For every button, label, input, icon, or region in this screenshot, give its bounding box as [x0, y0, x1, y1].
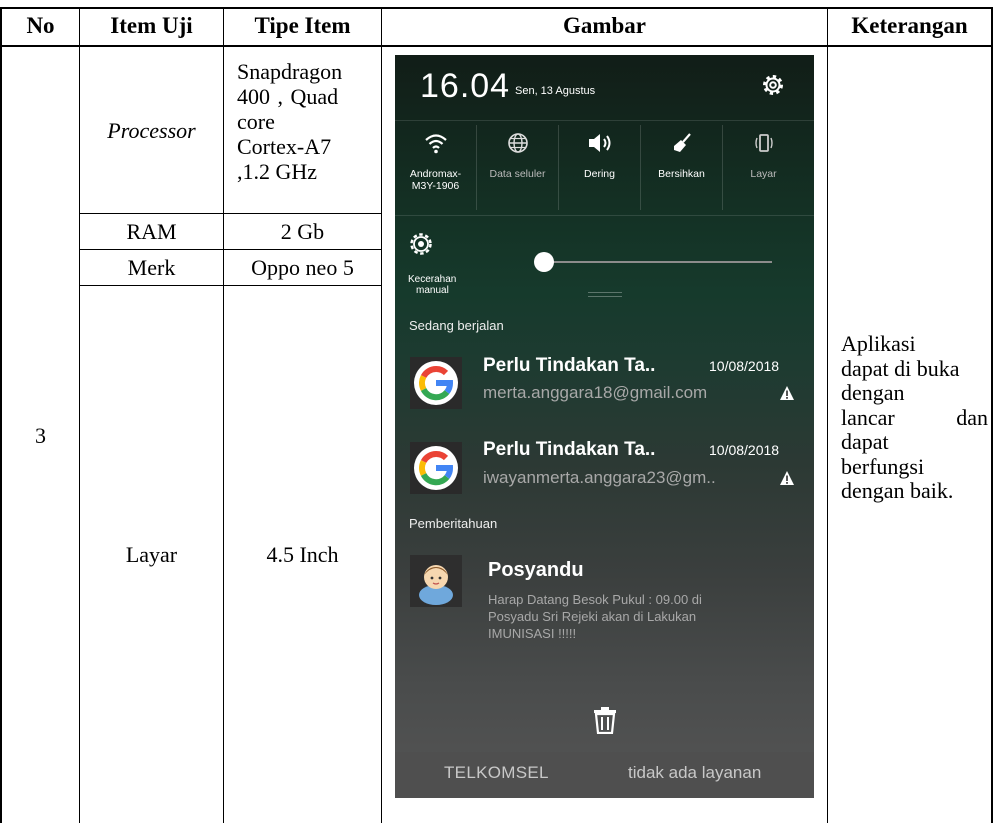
date: Sen, 13 Agustus [515, 85, 596, 97]
row-number: 3 [35, 422, 46, 448]
service-status: tidak ada layanan [628, 763, 762, 782]
quick-tile-clean[interactable]: Bersihkan [641, 120, 722, 215]
brightness-slider-track[interactable] [545, 261, 772, 263]
quick-tile-sound[interactable]: Dering [559, 120, 640, 215]
quick-tile-label: Layar [750, 168, 777, 180]
google-icon-bg [414, 361, 458, 405]
notification-time: 10/08/2018 [709, 442, 780, 458]
note-line: berfungsi [841, 453, 925, 479]
speaker-icon [559, 132, 640, 154]
section-notifications: Pemberitahuan [409, 516, 498, 531]
item-layar: Layar [125, 542, 178, 567]
note-line-justified: lancar dan [841, 404, 991, 431]
brightness-icon[interactable] [408, 231, 434, 257]
screen-rotate-icon [723, 132, 804, 154]
type-layar: 4.5 Inch [266, 542, 339, 567]
notification-text: iwayanmerta.anggara23@gm.. [483, 468, 716, 487]
note-word: lancar [841, 404, 895, 430]
type-processor-line: ,1.2 GHz [237, 159, 318, 184]
type-merk: Oppo neo 5 [251, 255, 354, 280]
notification-title: Perlu Tindakan Ta.. [483, 439, 656, 460]
carrier-name: TELKOMSEL [444, 763, 549, 782]
clock: 16.04 [420, 67, 511, 105]
trash-icon[interactable] [592, 706, 618, 735]
quick-tile-label-line: M3Y-1906 [411, 180, 460, 192]
item-merk: Merk [127, 255, 176, 280]
app-notification-body-line: Harap Datang Besok Pukul : 09.00 di [488, 592, 702, 607]
drag-handle[interactable] [588, 292, 622, 293]
brightness-label-line: manual [416, 285, 449, 296]
google-icon [410, 357, 462, 409]
type-processor-line: 400 , Quad [237, 84, 339, 109]
note-line: dapat [841, 429, 889, 454]
wifi-icon [395, 132, 476, 154]
quick-tile-label: Dering [584, 168, 615, 180]
app-notification-body: Harap Datang Besok Pukul : 09.00 di Posy… [488, 591, 702, 642]
col-border-4 [827, 7, 828, 823]
quick-tile-label-line: Andromax- [409, 168, 462, 180]
notification-item[interactable]: Perlu Tindakan Ta.. 10/08/2018 iwayanmer… [395, 432, 814, 502]
type-ram: 2 Gb [280, 219, 325, 244]
quick-tile-wifi[interactable]: Andromax- M3Y-1906 [395, 120, 476, 215]
header-no: No [26, 13, 55, 38]
warning-icon [779, 385, 795, 401]
header-item-uji: Item Uji [110, 13, 193, 38]
google-icon [410, 442, 462, 494]
quick-tile-label: Bersihkan [658, 168, 705, 180]
header-keterangan: Keterangan [851, 13, 968, 38]
notification-text: merta.anggara18@gmail.com [483, 383, 708, 402]
baby-icon [410, 555, 462, 607]
app-notification-title: Posyandu [488, 559, 584, 581]
col-border-3 [381, 7, 382, 823]
type-processor: Snapdragon 400 , Quad core Cortex-A7 ,1.… [237, 59, 377, 184]
note-word: dan [956, 404, 988, 430]
type-processor-line: Cortex-A7 [237, 134, 332, 159]
item-ram: RAM [126, 219, 177, 244]
quick-tile-label: Data seluler [489, 168, 546, 180]
type-processor-line: core [237, 109, 275, 134]
note-line: Aplikasi [841, 331, 916, 356]
notification-item[interactable]: Perlu Tindakan Ta.. 10/08/2018 merta.ang… [395, 349, 814, 419]
quick-tile-screen[interactable]: Layar [723, 120, 804, 215]
item-processor: Processor [107, 117, 196, 143]
note-line: dengan [841, 380, 905, 405]
google-icon-bg [414, 446, 458, 490]
brightness-label: Kecerahan manual [408, 274, 456, 296]
gear-icon[interactable] [761, 73, 785, 97]
section-running: Sedang berjalan [409, 318, 504, 333]
header-tipe-item: Tipe Item [254, 13, 351, 38]
phone-screenshot: 16.04 Sen, 13 Agustus Andromax- M3Y-1906 [395, 55, 814, 798]
notification-title: Perlu Tindakan Ta.. [483, 355, 656, 376]
app-notification-body-line: Posyadu Sri Rejeki akan di Lakukan [488, 609, 697, 624]
quick-tile-label: Andromax- M3Y-1906 [395, 168, 476, 192]
notification-time: 10/08/2018 [709, 358, 780, 374]
note-line: dapat di buka [841, 355, 960, 381]
quick-tile-data[interactable]: Data seluler [477, 120, 558, 215]
brightness-slider-thumb[interactable] [534, 252, 554, 272]
brightness-label-line: Kecerahan [408, 274, 457, 285]
note-text: Aplikasi dapat di buka dengan lancar dan… [841, 331, 991, 504]
drag-handle-line [588, 296, 622, 297]
note-line: dengan baik. [841, 478, 954, 503]
type-processor-line: Snapdragon [237, 59, 343, 84]
app-notification[interactable]: Posyandu Harap Datang Besok Pukul : 09.0… [395, 551, 814, 661]
app-notification-body-line: IMUNISASI !!!!! [488, 626, 577, 641]
header-gambar: Gambar [562, 13, 647, 38]
globe-icon [477, 132, 558, 154]
broom-icon [641, 132, 722, 154]
warning-icon [779, 470, 795, 486]
